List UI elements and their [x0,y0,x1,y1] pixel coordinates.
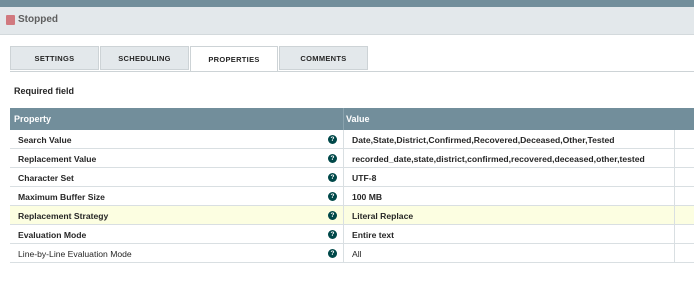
required-field-label: Required field [14,86,75,96]
stop-square-icon [6,15,15,25]
help-icon[interactable]: ? [328,249,337,258]
help-icon[interactable]: ? [328,192,337,201]
column-header-value[interactable]: Value [346,114,370,124]
table-row[interactable]: Character Set ? UTF-8 [10,168,694,187]
cell-divider [674,206,675,225]
property-name: Character Set [18,173,74,183]
cell-divider [343,130,344,149]
cell-divider [674,244,675,263]
table-row[interactable]: Evaluation Mode ? Entire text [10,225,694,244]
table-row[interactable]: Maximum Buffer Size ? 100 MB [10,187,694,206]
property-name: Replacement Value [18,154,97,164]
cell-divider [343,149,344,168]
help-icon[interactable]: ? [328,230,337,239]
properties-table-header: Property Value [10,108,694,130]
top-bar [0,0,694,7]
property-name: Maximum Buffer Size [18,192,105,202]
property-name: Evaluation Mode [18,230,87,240]
property-value[interactable]: recorded_date,state,district,confirmed,r… [352,154,645,164]
table-row[interactable]: Search Value ? Date,State,District,Confi… [10,130,694,149]
status-bar: Stopped [0,7,694,35]
cell-divider [343,244,344,263]
cell-divider [343,187,344,206]
property-value[interactable]: UTF-8 [352,173,376,183]
cell-divider [343,206,344,225]
cell-divider [674,149,675,168]
tab-scheduling[interactable]: SCHEDULING [100,46,189,70]
tab-properties[interactable]: PROPERTIES [190,46,278,72]
property-value[interactable]: Literal Replace [352,211,413,221]
table-row[interactable]: Replacement Value ? recorded_date,state,… [10,149,694,168]
tab-bar: SETTINGS SCHEDULING PROPERTIES COMMENTS [10,46,694,72]
column-header-property[interactable]: Property [14,114,51,124]
property-value[interactable]: Date,State,District,Confirmed,Recovered,… [352,135,615,145]
tab-underline [10,71,694,72]
cell-divider [674,130,675,149]
tab-settings[interactable]: SETTINGS [10,46,99,70]
help-icon[interactable]: ? [328,211,337,220]
cell-divider [674,168,675,187]
help-icon[interactable]: ? [328,173,337,182]
property-value[interactable]: All [352,249,362,259]
property-name: Replacement Strategy [18,211,109,221]
help-icon[interactable]: ? [328,135,337,144]
tab-comments[interactable]: COMMENTS [279,46,368,70]
table-row-selected[interactable]: Replacement Strategy ? Literal Replace [10,206,694,225]
cell-divider [674,225,675,244]
help-icon[interactable]: ? [328,154,337,163]
properties-table: Search Value ? Date,State,District,Confi… [10,130,694,263]
property-name: Line-by-Line Evaluation Mode [18,249,132,259]
cell-divider [343,225,344,244]
column-divider[interactable] [343,108,344,130]
property-name: Search Value [18,135,72,145]
cell-divider [343,168,344,187]
property-value[interactable]: 100 MB [352,192,382,202]
cell-divider [674,187,675,206]
run-status: Stopped [18,14,58,25]
table-row[interactable]: Line-by-Line Evaluation Mode ? All [10,244,694,263]
property-value[interactable]: Entire text [352,230,394,240]
